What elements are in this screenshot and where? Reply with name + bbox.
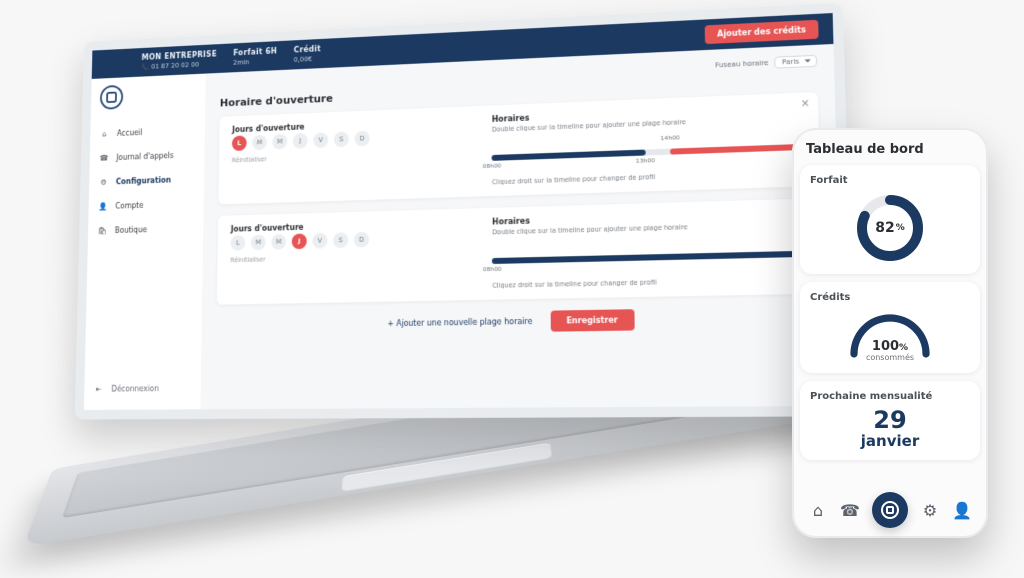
- day-toggle-6[interactable]: D: [354, 232, 369, 248]
- home-icon[interactable]: ⌂: [808, 500, 828, 520]
- tick-label: 08h00: [483, 162, 502, 169]
- day-toggle-3[interactable]: J: [293, 133, 308, 149]
- credits-gauge-chart: 100% consommés: [844, 309, 936, 363]
- topbar-plan: Forfait 6H 2min: [233, 47, 277, 67]
- close-icon[interactable]: ×: [801, 98, 810, 109]
- sidebar-item-boutique[interactable]: 🛍 Boutique: [88, 216, 204, 242]
- next-title: Prochaine mensualité: [810, 391, 970, 402]
- gear-icon[interactable]: ⚙: [920, 500, 940, 520]
- logout-button[interactable]: ⇤ Déconnexion: [84, 374, 201, 402]
- app-logo-icon: [100, 85, 124, 110]
- timezone-select[interactable]: Paris: [775, 55, 818, 69]
- save-button[interactable]: Enregistrer: [550, 309, 634, 331]
- logout-label: Déconnexion: [111, 384, 159, 393]
- day-toggle-4[interactable]: V: [312, 233, 327, 249]
- nav-icon: 🛍: [97, 225, 108, 237]
- sidebar-item-accueil[interactable]: ⌂ Accueil: [90, 118, 205, 145]
- sidebar-item-label: Compte: [115, 201, 143, 210]
- sidebar-item-label: Accueil: [117, 128, 143, 137]
- timeline[interactable]: 08h0019h00: [492, 236, 807, 268]
- plan-label: Forfait 6H: [233, 47, 277, 58]
- time-segment[interactable]: [492, 251, 807, 264]
- reset-link[interactable]: Réinitialiser: [232, 148, 475, 164]
- credits-value: 100%: [844, 339, 936, 354]
- phone-bottom-nav: ⌂ ☎ ⚙ 👤: [800, 486, 980, 530]
- content-area: Fuseau horaire Paris Horaire d'ouverture…: [200, 44, 842, 409]
- logout-icon: ⇤: [93, 383, 104, 395]
- timeline-hint: Cliquez droit sur la timeline pour chang…: [492, 275, 807, 289]
- phone-card-forfait: Forfait 82%: [800, 165, 980, 274]
- app-root: MON ENTREPRISE 📞 01 87 20 02 00 Forfait …: [84, 13, 843, 410]
- day-toggle-1[interactable]: M: [251, 235, 266, 251]
- tick-label: 14h00: [660, 134, 680, 142]
- phone-page-title: Tableau de bord: [806, 142, 976, 157]
- company-phone-number: 01 87 20 02 00: [151, 61, 199, 71]
- schedule-card: Jours d'ouvertureLMMJVSDRéinitialiserHor…: [217, 198, 823, 305]
- day-toggle-2[interactable]: M: [271, 234, 286, 250]
- forfait-title: Forfait: [810, 175, 970, 186]
- forfait-ring-chart: 82%: [854, 192, 926, 264]
- phone-card-next: Prochaine mensualité 29 janvier: [800, 381, 980, 460]
- next-day: 29: [810, 408, 970, 432]
- topbar-company: MON ENTREPRISE 📞 01 87 20 02 00: [141, 50, 217, 71]
- sidebar-item-compte[interactable]: 👤 Compte: [88, 192, 203, 218]
- add-range-link[interactable]: + Ajouter une nouvelle plage horaire: [387, 317, 532, 328]
- phone-icon[interactable]: ☎: [840, 500, 860, 520]
- timezone-label: Fuseau horaire: [715, 59, 769, 69]
- laptop-mockup: MON ENTREPRISE 📞 01 87 20 02 00 Forfait …: [36, 14, 856, 554]
- forfait-value: 82%: [854, 192, 926, 264]
- credits-sub: consommés: [844, 353, 936, 362]
- user-icon[interactable]: 👤: [952, 500, 972, 520]
- sidebar-nav: ⌂ Accueil ☎ Journal d'appels ⚙ Configuration 👤…: [88, 115, 205, 246]
- tick-label: 13h00: [636, 157, 655, 165]
- reset-link[interactable]: Réinitialiser: [230, 251, 474, 265]
- day-toggle-6[interactable]: D: [354, 131, 369, 147]
- sidebar: ⌂ Accueil ☎ Journal d'appels ⚙ Configuration 👤…: [84, 74, 206, 410]
- sidebar-item-label: Journal d'appels: [116, 151, 173, 162]
- nav-icon: 👤: [97, 200, 108, 212]
- sidebar-item-label: Boutique: [115, 225, 147, 234]
- day-toggle-5[interactable]: S: [333, 232, 348, 248]
- day-toggle-1[interactable]: M: [252, 135, 267, 151]
- nav-icon: ⚙: [98, 176, 109, 188]
- fab-logo-icon: [881, 501, 899, 519]
- day-toggle-5[interactable]: S: [334, 131, 349, 147]
- day-toggle-2[interactable]: M: [272, 134, 287, 150]
- nav-icon: ⌂: [99, 128, 110, 140]
- schedule-card: ×Jours d'ouvertureLMMJVSDRéinitialiserHo…: [218, 92, 820, 205]
- sidebar-item-configuration[interactable]: ⚙ Configuration: [89, 167, 204, 193]
- next-month: janvier: [810, 432, 970, 450]
- credit-value: 0,00€: [294, 55, 321, 64]
- phone-card-credits: Crédits 100% consommés: [800, 282, 980, 373]
- credits-title: Crédits: [810, 292, 970, 303]
- time-segment[interactable]: [670, 144, 804, 155]
- laptop-screen: MON ENTREPRISE 📞 01 87 20 02 00 Forfait …: [75, 3, 854, 420]
- time-segment[interactable]: [492, 150, 645, 161]
- timezone-value: Paris: [782, 58, 800, 67]
- add-credits-button[interactable]: Ajouter des crédits: [705, 20, 819, 44]
- sidebar-item-label: Configuration: [116, 175, 171, 185]
- company-phone: 📞 01 87 20 02 00: [141, 60, 216, 71]
- phone-fab-button[interactable]: [872, 492, 908, 528]
- day-toggle-0[interactable]: L: [230, 235, 245, 251]
- day-toggle-4[interactable]: V: [313, 132, 328, 148]
- timeline-hint: Cliquez droit sur la timeline pour chang…: [492, 168, 805, 186]
- timeline[interactable]: 14h0008h0013h0019h00: [492, 130, 805, 165]
- topbar-credit: Crédit 0,00€: [294, 45, 321, 64]
- day-toggle-0[interactable]: L: [232, 135, 247, 151]
- sidebar-item-journal-d-appels[interactable]: ☎ Journal d'appels: [90, 143, 205, 170]
- credit-label: Crédit: [294, 45, 321, 55]
- phone-mockup: Tableau de bord Forfait 82% Crédits: [792, 128, 988, 538]
- nav-icon: ☎: [99, 152, 110, 164]
- tick-label: 08h00: [483, 266, 502, 273]
- plan-used: 2min: [233, 57, 277, 67]
- day-toggle-3[interactable]: J: [292, 233, 307, 249]
